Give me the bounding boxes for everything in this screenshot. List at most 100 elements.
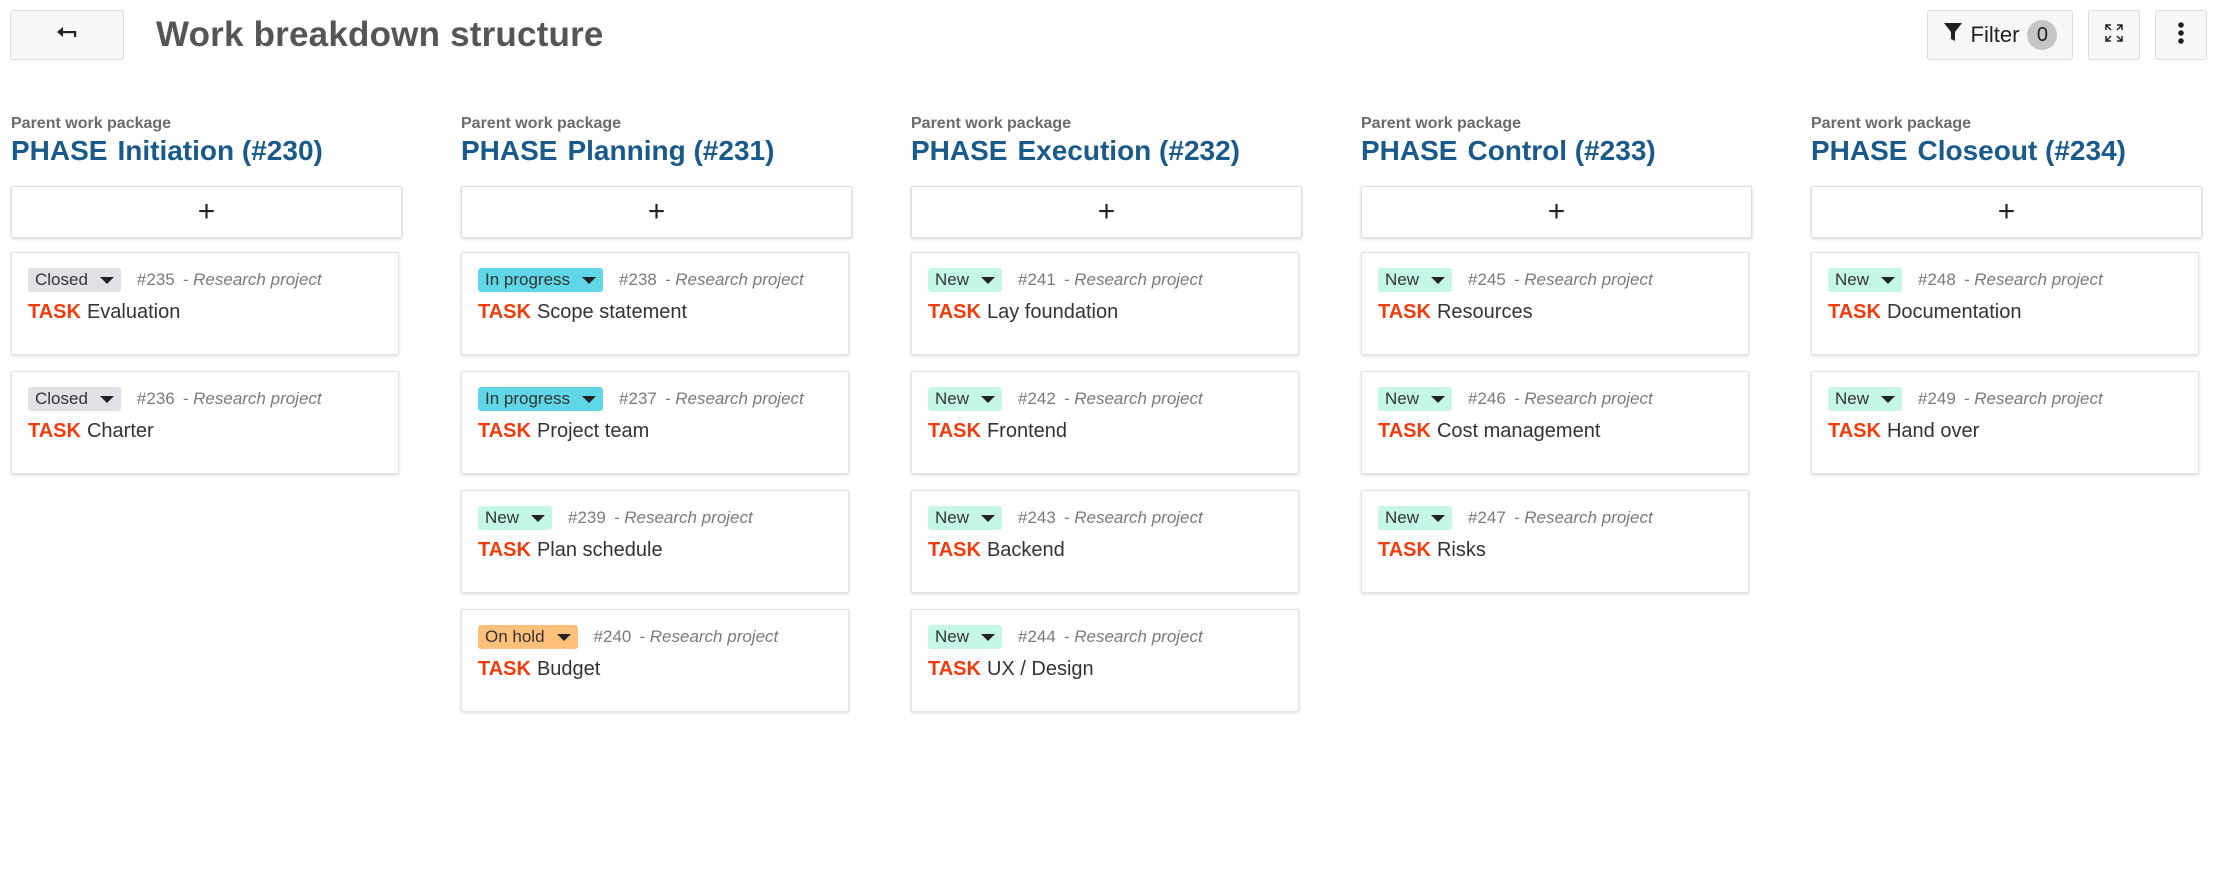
card-header: New #243 - Research project <box>928 506 1282 530</box>
parent-label: Parent work package <box>461 115 622 132</box>
status-dropdown[interactable]: New <box>1378 268 1453 292</box>
status-dropdown[interactable]: On hold <box>478 625 578 649</box>
work-package-id[interactable]: #248 <box>1918 270 1956 290</box>
card-title: TASK Hand over <box>1828 419 2182 443</box>
work-package-id[interactable]: #241 <box>1018 270 1056 290</box>
work-package-card[interactable]: New #239 - Research project TASK Plan sch… <box>461 490 849 593</box>
work-package-id[interactable]: #239 <box>568 508 606 528</box>
work-package-card[interactable]: In progress #238 - Research project TASK… <box>461 252 849 355</box>
back-button[interactable] <box>10 10 124 60</box>
work-package-subject: Backend <box>986 539 1065 561</box>
parent-label: Parent work package <box>1361 115 1522 132</box>
phase-column: Parent work package PHASE Planning (#231)… <box>461 114 853 712</box>
work-package-id[interactable]: #235 <box>137 270 175 290</box>
add-child-button[interactable]: + <box>1361 186 1752 238</box>
work-package-type: TASK <box>928 301 981 323</box>
status-dropdown[interactable]: New <box>1378 387 1453 411</box>
status-dropdown[interactable]: Closed <box>28 268 121 292</box>
status-dropdown[interactable]: New <box>928 506 1003 530</box>
work-package-id[interactable]: #242 <box>1018 389 1056 409</box>
plus-icon: + <box>1547 195 1566 228</box>
work-package-card[interactable]: New #245 - Research project TASK Resource… <box>1361 252 1749 355</box>
more-options-button[interactable] <box>2155 10 2207 60</box>
add-child-button[interactable]: + <box>1811 186 2202 238</box>
plus-icon: + <box>647 195 666 228</box>
work-package-id[interactable]: #247 <box>1468 508 1506 528</box>
work-package-id[interactable]: #240 <box>594 627 632 647</box>
arrow-left-icon <box>56 26 78 45</box>
work-package-id[interactable]: #244 <box>1018 627 1056 647</box>
parent-work-package-link[interactable]: PHASE Closeout (#234) <box>1811 134 2203 168</box>
work-package-card[interactable]: New #241 - Research project TASK Lay foun… <box>911 252 1299 355</box>
work-package-id[interactable]: #238 <box>619 270 657 290</box>
add-child-button[interactable]: + <box>911 186 1302 238</box>
work-package-type: TASK <box>478 420 531 442</box>
work-package-id[interactable]: #245 <box>1468 270 1506 290</box>
card-title: TASK Documentation <box>1828 300 2182 324</box>
status-dropdown[interactable]: New <box>1378 506 1453 530</box>
status-label: New <box>1385 389 1420 408</box>
caret-down-icon <box>556 633 571 641</box>
project-name: - Research project <box>1063 508 1203 527</box>
work-package-card[interactable]: New #249 - Research project TASK Hand ove… <box>1811 371 2199 474</box>
work-package-type: TASK <box>1828 420 1881 442</box>
card-title: TASK Evaluation <box>28 300 382 324</box>
card-header: Closed #235 - Research project <box>28 268 382 292</box>
work-package-subject: Resources <box>1436 301 1533 323</box>
work-package-id[interactable]: #243 <box>1018 508 1056 528</box>
filter-button[interactable]: Filter 0 <box>1927 10 2073 60</box>
status-dropdown[interactable]: Closed <box>28 387 121 411</box>
card-list: Closed #235 - Research project TASK Evalu… <box>11 252 403 474</box>
project-name: - Research project <box>1513 270 1653 289</box>
work-package-card[interactable]: New #244 - Research project TASK UX / Des… <box>911 609 1299 712</box>
work-package-card[interactable]: New #246 - Research project TASK Cost man… <box>1361 371 1749 474</box>
work-package-type: TASK <box>478 658 531 680</box>
work-package-card[interactable]: In progress #237 - Research project TASK… <box>461 371 849 474</box>
card-header: New #247 - Research project <box>1378 506 1732 530</box>
add-child-button[interactable]: + <box>11 186 402 238</box>
work-package-id[interactable]: #249 <box>1918 389 1956 409</box>
work-package-card[interactable]: New #242 - Research project TASK Frontend <box>911 371 1299 474</box>
fullscreen-button[interactable] <box>2088 10 2140 60</box>
work-package-id[interactable]: #236 <box>137 389 175 409</box>
work-package-type: TASK <box>928 420 981 442</box>
add-child-button[interactable]: + <box>461 186 852 238</box>
work-package-card[interactable]: New #248 - Research project TASK Document… <box>1811 252 2199 355</box>
filter-count-badge: 0 <box>2027 20 2058 50</box>
work-package-subject: Budget <box>536 658 601 680</box>
status-label: Closed <box>35 270 88 289</box>
work-package-type: TASK <box>478 301 531 323</box>
work-package-card[interactable]: Closed #236 - Research project TASK Chart… <box>11 371 399 474</box>
work-package-id[interactable]: #237 <box>619 389 657 409</box>
work-package-card[interactable]: On hold #240 - Research project TASK Budg… <box>461 609 849 712</box>
status-dropdown[interactable]: New <box>1828 268 1903 292</box>
status-dropdown[interactable]: New <box>1828 387 1903 411</box>
parent-work-package-link[interactable]: PHASE Execution (#232) <box>911 134 1303 168</box>
work-package-card[interactable]: New #247 - Research project TASK Risks <box>1361 490 1749 593</box>
caret-down-icon <box>1431 514 1446 522</box>
work-package-subject: Plan schedule <box>536 539 663 561</box>
status-dropdown[interactable]: New <box>928 387 1003 411</box>
card-title: TASK Resources <box>1378 300 1732 324</box>
status-dropdown[interactable]: New <box>478 506 553 530</box>
parent-title: Initiation (#230) <box>117 135 323 166</box>
parent-work-package-link[interactable]: PHASE Initiation (#230) <box>11 134 403 168</box>
work-package-type: TASK <box>1378 301 1431 323</box>
parent-title: Execution (#232) <box>1017 135 1240 166</box>
project-name: - Research project <box>1063 270 1203 289</box>
status-dropdown[interactable]: In progress <box>478 268 604 292</box>
parent-work-package-link[interactable]: PHASE Control (#233) <box>1361 134 1753 168</box>
status-dropdown[interactable]: In progress <box>478 387 604 411</box>
fullscreen-icon <box>2104 23 2124 48</box>
work-package-type: TASK <box>28 301 81 323</box>
status-dropdown[interactable]: New <box>928 268 1003 292</box>
work-package-card[interactable]: Closed #235 - Research project TASK Evalu… <box>11 252 399 355</box>
parent-type: PHASE <box>11 135 108 166</box>
parent-type: PHASE <box>461 135 558 166</box>
work-package-id[interactable]: #246 <box>1468 389 1506 409</box>
status-dropdown[interactable]: New <box>928 625 1003 649</box>
parent-work-package-link[interactable]: PHASE Planning (#231) <box>461 134 853 168</box>
work-package-type: TASK <box>478 539 531 561</box>
work-package-card[interactable]: New #243 - Research project TASK Backend <box>911 490 1299 593</box>
card-title: TASK Plan schedule <box>478 538 832 562</box>
